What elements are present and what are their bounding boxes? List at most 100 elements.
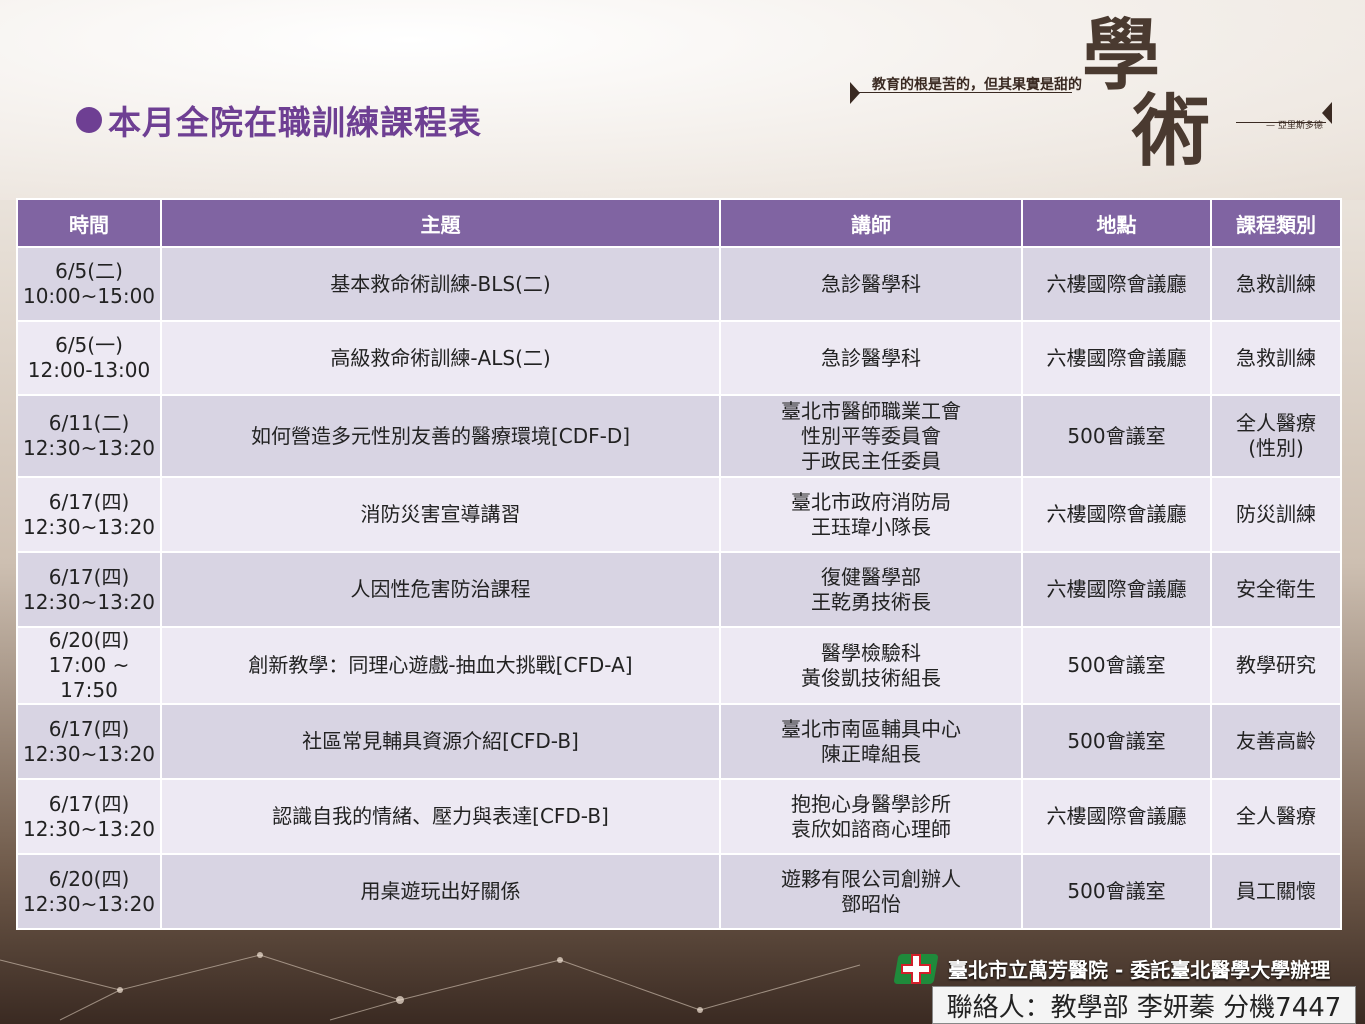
cell-location: 500會議室: [1023, 705, 1210, 778]
cell-date: 6/5(一): [55, 333, 123, 357]
cell-lecturer: 醫學檢驗科 黃俊凱技術組長: [721, 628, 1021, 703]
header-location: 地點: [1023, 200, 1210, 246]
lecturer-line: 性別平等委員會: [801, 423, 941, 448]
cell-category: 急救訓練: [1212, 322, 1340, 394]
page-title-text: 本月全院在職訓練課程表: [108, 103, 482, 142]
cell-location: 六樓國際會議廳: [1023, 248, 1210, 320]
category-line: 教學研究: [1236, 653, 1316, 677]
category-line: 急救訓練: [1236, 345, 1316, 370]
cell-topic: 社區常見輔具資源介紹[CFD-B]: [162, 705, 719, 778]
cell-hours: 12:30~13:20: [22, 891, 156, 916]
cell-topic: 基本救命術訓練-BLS(二): [162, 248, 719, 320]
cell-location: 六樓國際會議廳: [1023, 478, 1210, 551]
cell-location: 500會議室: [1023, 628, 1210, 703]
cell-location: 500會議室: [1023, 855, 1210, 928]
cell-date: 6/11(二): [48, 411, 130, 435]
cell-date: 6/17(四): [48, 564, 130, 589]
lecturer-line: 臺北市政府消防局: [791, 489, 951, 514]
cell-lecturer: 臺北市南區輔具中心 陳正暐組長: [721, 705, 1021, 778]
cell-topic: 如何營造多元性別友善的醫療環境[CDF-D]: [162, 396, 719, 476]
lecturer-line: 陳正暐組長: [821, 741, 921, 766]
cell-time: 6/17(四) 12:30~13:20: [18, 780, 160, 853]
category-line: 防災訓練: [1236, 502, 1316, 526]
category-line: 全人醫療: [1236, 804, 1316, 828]
cell-hours: 10:00~15:00: [22, 284, 156, 308]
table-row: 6/17(四) 12:30~13:20 認識自我的情緒、壓力與表達[CFD-B] …: [18, 780, 1340, 853]
lecturer-line: 醫學檢驗科: [821, 640, 921, 665]
academic-banner: 教育的根是苦的，但其果實是甜的 學 術 — 亞里斯多德: [846, 17, 1346, 188]
cell-time: 6/17(四) 12:30~13:20: [18, 553, 160, 626]
lecturer-line: 袁欣如諮商心理師: [791, 816, 951, 841]
cell-category: 友善高齡: [1212, 705, 1340, 778]
cell-lecturer: 復健醫學部 王乾勇技術長: [721, 553, 1021, 626]
cell-lecturer: 抱抱心身醫學診所 袁欣如諮商心理師: [721, 780, 1021, 853]
header-lecturer: 講師: [721, 200, 1021, 246]
cell-date: 6/17(四): [48, 791, 130, 816]
hospital-name: 臺北市立萬芳醫院 - 委託臺北醫學大學辦理: [948, 957, 1331, 982]
lecturer-line: 鄧昭怡: [841, 891, 901, 916]
cell-time: 6/17(四) 12:30~13:20: [18, 478, 160, 551]
cell-date: 6/17(四): [48, 489, 130, 514]
lecturer-line: 王乾勇技術長: [811, 589, 931, 614]
lecturer-line: 抱抱心身醫學診所: [791, 791, 951, 816]
cell-hours: 12:30~13:20: [22, 589, 156, 614]
cell-category: 教學研究: [1212, 628, 1340, 703]
category-line: 員工關懷: [1236, 879, 1316, 903]
lecturer-line: 臺北市南區輔具中心: [781, 716, 961, 741]
bullet-dot-icon: [76, 107, 102, 133]
arrow-left-icon: [850, 82, 860, 104]
cell-hours: 12:30~13:20: [22, 741, 156, 766]
cell-location: 六樓國際會議廳: [1023, 780, 1210, 853]
cell-lecturer: 急診醫學科: [721, 248, 1021, 320]
cell-time: 6/20(四) 17:00 ~ 17:50: [18, 628, 160, 703]
table-row: 6/17(四) 12:30~13:20 消防災害宣導講習 臺北市政府消防局 王珏瑋小…: [18, 478, 1340, 551]
table-row: 6/20(四) 17:00 ~ 17:50 創新教學：同理心遊戲-抽血大挑戰[CF…: [18, 628, 1340, 703]
lecturer-line: 復健醫學部: [821, 564, 921, 589]
cell-location: 500會議室: [1023, 396, 1210, 476]
table-row: 6/11(二) 12:30~13:20 如何營造多元性別友善的醫療環境[CDF-D…: [18, 396, 1340, 476]
table-row: 6/17(四) 12:30~13:20 社區常見輔具資源介紹[CFD-B] 臺北市…: [18, 705, 1340, 778]
training-schedule-table: 時間 主題 講師 地點 課程類別 6/5(二) 10:00~15:00 基本救命術…: [16, 198, 1342, 930]
table-header-row: 時間 主題 講師 地點 課程類別: [18, 200, 1340, 246]
cell-date: 6/20(四): [48, 866, 130, 891]
cell-category: 員工關懷: [1212, 855, 1340, 928]
cell-time: 6/5(一) 12:00-13:00: [18, 322, 160, 394]
banner-quote: 教育的根是苦的，但其果實是甜的: [872, 77, 1082, 93]
cell-hours: 12:30~13:20: [22, 436, 156, 460]
cell-topic: 消防災害宣導講習: [162, 478, 719, 551]
lecturer-line: 遊夥有限公司創辦人: [781, 866, 961, 891]
cell-location: 六樓國際會議廳: [1023, 553, 1210, 626]
cell-topic: 創新教學：同理心遊戲-抽血大挑戰[CFD-A]: [162, 628, 719, 703]
cell-hours: 17:00 ~ 17:50: [48, 653, 130, 702]
table-row: 6/17(四) 12:30~13:20 人因性危害防治課程 復健醫學部 王乾勇技術長…: [18, 553, 1340, 626]
cell-location: 六樓國際會議廳: [1023, 322, 1210, 394]
category-line: (性別): [1248, 436, 1304, 460]
cell-category: 急救訓練: [1212, 248, 1340, 320]
header-category: 課程類別: [1212, 200, 1340, 246]
table-row: 6/5(一) 12:00-13:00 高級救命術訓練-ALS(二) 急診醫學科 六…: [18, 322, 1340, 394]
cell-time: 6/5(二) 10:00~15:00: [18, 248, 160, 320]
table-row: 6/5(二) 10:00~15:00 基本救命術訓練-BLS(二) 急診醫學科 六…: [18, 248, 1340, 320]
cell-category: 安全衛生: [1212, 553, 1340, 626]
cell-lecturer: 急診醫學科: [721, 322, 1021, 394]
cell-hours: 12:30~13:20: [22, 816, 156, 841]
category-line: 安全衛生: [1236, 577, 1316, 601]
cell-time: 6/11(二) 12:30~13:20: [18, 396, 160, 476]
cell-hours: 12:00-13:00: [27, 358, 151, 382]
hospital-footer: 臺北市立萬芳醫院 - 委託臺北醫學大學辦理: [893, 948, 1331, 988]
cell-topic: 認識自我的情緒、壓力與表達[CFD-B]: [162, 780, 719, 853]
page-title: 本月全院在職訓練課程表: [76, 96, 482, 144]
lecturer-line: 急診醫學科: [821, 271, 921, 296]
cell-category: 全人醫療: [1212, 780, 1340, 853]
cell-time: 6/17(四) 12:30~13:20: [18, 705, 160, 778]
cell-lecturer: 遊夥有限公司創辦人 鄧昭怡: [721, 855, 1021, 928]
category-line: 全人醫療: [1236, 411, 1316, 435]
banner-author: — 亞里斯多德: [1266, 121, 1323, 131]
lecturer-line: 急診醫學科: [821, 345, 921, 370]
table-row: 6/20(四) 12:30~13:20 用桌遊玩出好關係 遊夥有限公司創辦人 鄧昭怡…: [18, 855, 1340, 928]
cell-date: 6/17(四): [48, 716, 130, 741]
arrow-right-icon: [1322, 102, 1332, 124]
cell-time: 6/20(四) 12:30~13:20: [18, 855, 160, 928]
cell-category: 全人醫療 (性別): [1212, 396, 1340, 476]
cell-topic: 用桌遊玩出好關係: [162, 855, 719, 928]
